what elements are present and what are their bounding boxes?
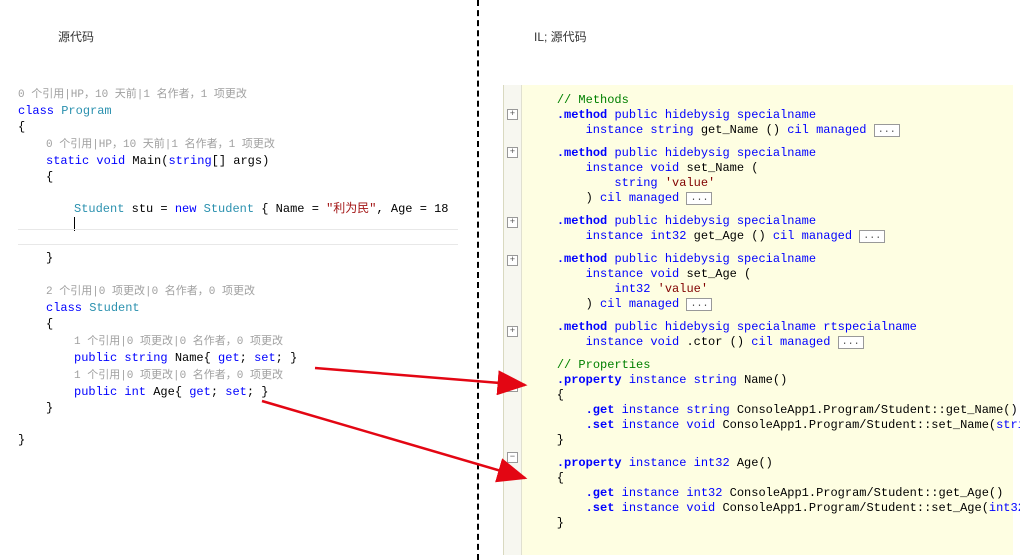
codelens-age-prop[interactable]: 1 个引用|0 项更改|0 名作者，0 项更改 (18, 366, 458, 382)
current-line-highlight (18, 229, 458, 245)
fold-minus-icon[interactable]: − (507, 452, 518, 463)
code-line (18, 266, 458, 282)
fold-plus-icon[interactable]: + (507, 217, 518, 228)
fold-minus-icon[interactable]: − (507, 381, 518, 392)
right-panel-title: IL; 源代码 (534, 28, 587, 45)
il-code-viewer[interactable]: + + + + + − − // Methods .method public … (503, 85, 1013, 555)
il-comment: // Properties (557, 358, 651, 372)
codelens-student[interactable]: 2 个引用|0 项更改|0 名作者，0 项更改 (18, 282, 458, 298)
code-line: } (18, 400, 458, 416)
code-line (18, 416, 458, 432)
ellipsis-icon[interactable]: ... (859, 230, 885, 243)
code-line: } (18, 250, 458, 266)
ellipsis-icon[interactable]: ... (838, 336, 864, 349)
code-line: { (18, 316, 458, 332)
code-line: } (18, 432, 458, 448)
fold-plus-icon[interactable]: + (507, 147, 518, 158)
code-line: Student stu = new Student { Name = "利为民"… (18, 201, 458, 217)
ellipsis-icon[interactable]: ... (686, 192, 712, 205)
codelens-program[interactable]: 0 个引用|HP，10 天前|1 名作者，1 项更改 (18, 85, 458, 101)
code-line (18, 185, 458, 201)
code-line-age-prop: public int Age{ get; set; } (18, 384, 458, 400)
code-line: { (18, 119, 458, 135)
ellipsis-icon[interactable]: ... (686, 298, 712, 311)
code-line: class Program (18, 103, 458, 119)
code-line: class Student (18, 300, 458, 316)
ellipsis-icon[interactable]: ... (874, 124, 900, 137)
panel-divider (477, 0, 479, 560)
source-code-editor[interactable]: 0 个引用|HP，10 天前|1 名作者，1 项更改 class Program… (18, 85, 458, 448)
fold-plus-icon[interactable]: + (507, 255, 518, 266)
fold-gutter: + + + + + − − (504, 85, 522, 555)
il-comment: // Methods (557, 93, 629, 107)
codelens-main[interactable]: 0 个引用|HP，10 天前|1 名作者，1 项更改 (18, 135, 458, 151)
fold-plus-icon[interactable]: + (507, 326, 518, 337)
fold-plus-icon[interactable]: + (507, 109, 518, 120)
codelens-name-prop[interactable]: 1 个引用|0 项更改|0 名作者，0 项更改 (18, 332, 458, 348)
code-line-name-prop: public string Name{ get; set; } (18, 350, 458, 366)
code-line: { (18, 169, 458, 185)
left-panel-title: 源代码 (58, 28, 94, 45)
code-line: static void Main(string[] args) (18, 153, 458, 169)
